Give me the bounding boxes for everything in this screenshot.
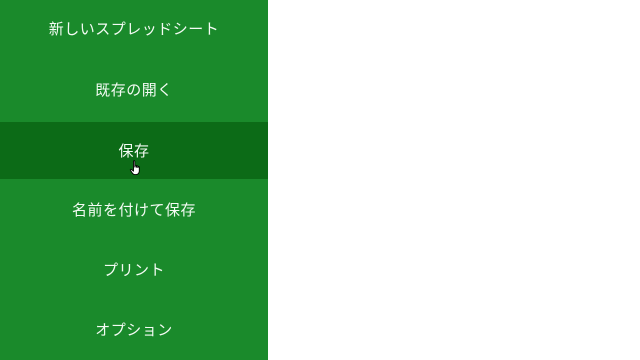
file-menu: 新しいスプレッドシート 既存の開く 保存 名前を付けて保存 プリント オプション [0, 0, 268, 360]
menu-item-label: 名前を付けて保存 [71, 201, 196, 219]
menu-item-save-as[interactable]: 名前を付けて保存 [0, 181, 268, 238]
menu-item-label: 既存の開く [95, 81, 173, 99]
menu-item-label: オプション [95, 321, 173, 339]
menu-item-new-spreadsheet[interactable]: 新しいスプレッドシート [0, 0, 268, 57]
menu-item-options[interactable]: オプション [0, 301, 268, 358]
content-area [268, 0, 640, 360]
menu-item-label: 新しいスプレッドシート [48, 20, 220, 38]
menu-item-label: 保存 [118, 142, 150, 160]
app-window: 新しいスプレッドシート 既存の開く 保存 名前を付けて保存 プリント オプション [0, 0, 640, 360]
hand-pointer-icon [129, 160, 140, 176]
menu-item-print[interactable]: プリント [0, 241, 268, 298]
menu-item-open-existing[interactable]: 既存の開く [0, 61, 268, 118]
menu-item-label: プリント [102, 261, 165, 279]
